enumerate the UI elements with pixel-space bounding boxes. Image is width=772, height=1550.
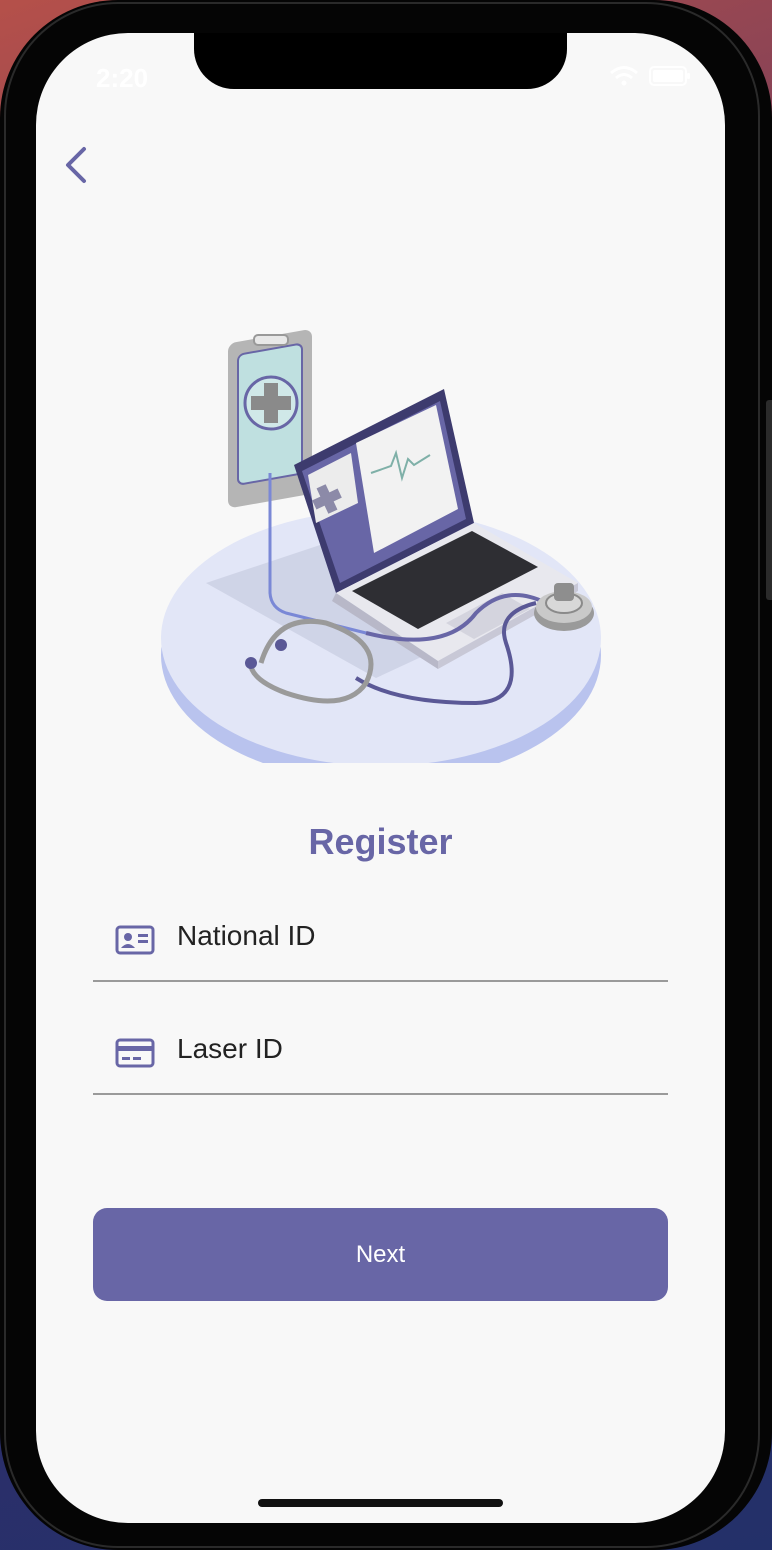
national-id-field[interactable]: National ID: [93, 902, 668, 982]
chevron-left-icon: [66, 147, 86, 183]
status-time: 2:20: [96, 63, 149, 93]
phone-frame: 2:20 Register National ID Laser ID Next: [0, 0, 772, 1550]
id-card-icon: [115, 925, 155, 955]
national-id-label: National ID: [177, 920, 316, 951]
notch: [194, 33, 567, 89]
laser-id-label: Laser ID: [177, 1033, 283, 1064]
medical-illustration: [161, 330, 601, 763]
back-button[interactable]: [56, 143, 100, 187]
home-indicator[interactable]: [258, 1499, 503, 1507]
battery-icon: [649, 66, 690, 86]
page-title: Register: [308, 821, 453, 862]
app-screen: 2:20 Register National ID Laser ID Next: [36, 33, 725, 1523]
laser-id-field[interactable]: Laser ID: [93, 1015, 668, 1095]
side-button: [766, 400, 772, 600]
wifi-icon: [610, 66, 638, 86]
credit-card-icon: [115, 1038, 155, 1068]
status-icons: [609, 65, 691, 87]
next-button[interactable]: Next: [93, 1208, 668, 1301]
